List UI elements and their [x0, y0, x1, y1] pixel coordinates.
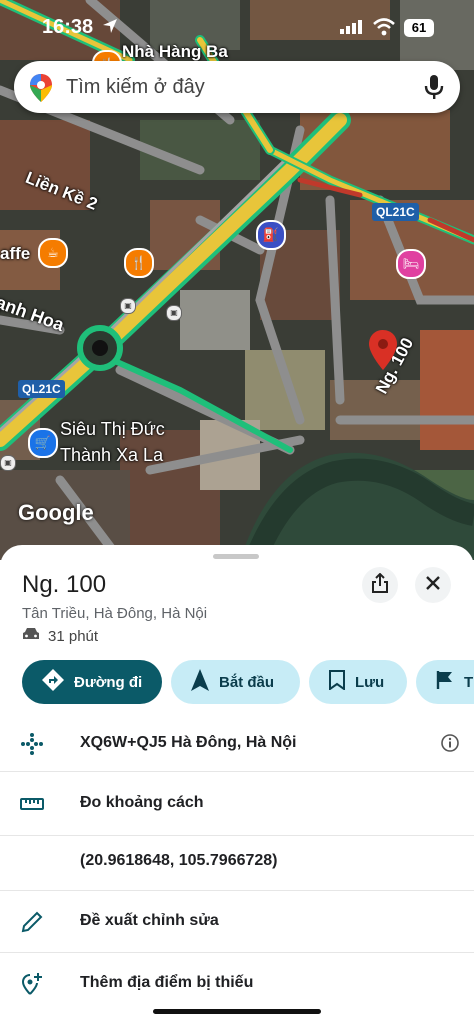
- map-label-caffe[interactable]: affe: [0, 244, 30, 264]
- action-chips: Đường đi Bắt đầu Lưu T: [22, 660, 474, 704]
- drive-time-text: 31 phút: [48, 627, 99, 645]
- save-label: Lưu: [355, 673, 385, 691]
- add-place-icon: [20, 972, 44, 996]
- ruler-icon: [20, 792, 44, 816]
- map-label-sieu-thi-2[interactable]: Thành Xa La: [60, 445, 163, 466]
- close-button[interactable]: [415, 567, 451, 603]
- more-chip-label: T: [464, 673, 474, 691]
- gas-station-poi-icon[interactable]: ⛽: [256, 220, 286, 250]
- more-chip-button[interactable]: T: [416, 660, 474, 704]
- bus-stop-icon[interactable]: ▣: [166, 305, 182, 321]
- share-button[interactable]: [362, 567, 398, 603]
- microphone-icon[interactable]: [423, 74, 445, 105]
- restaurant-poi-icon[interactable]: 🍴: [124, 248, 154, 278]
- cafe-poi-icon[interactable]: ☕: [38, 238, 68, 268]
- add-place-row[interactable]: Thêm địa điểm bị thiếu: [0, 954, 474, 1014]
- suggest-edit-row[interactable]: Đề xuất chỉnh sửa: [0, 892, 474, 952]
- map-view[interactable]: 16:38 61 Tìm kiếm ở đây Nhà Hàng Ba Liền…: [0, 0, 474, 560]
- search-bar[interactable]: Tìm kiếm ở đây: [14, 61, 460, 113]
- start-button[interactable]: Bắt đầu: [171, 660, 300, 704]
- directions-icon: [42, 669, 64, 695]
- plus-code-text: XQ6W+QJ5 Hà Đông, Hà Nội: [80, 734, 297, 751]
- map-label-nha-hang[interactable]: Nhà Hàng Ba: [122, 42, 228, 62]
- shopping-cart-poi-icon[interactable]: 🛒: [28, 428, 58, 458]
- place-address: Tân Triều, Hà Đông, Hà Nội: [22, 605, 208, 622]
- divider: [0, 771, 474, 772]
- place-details-sheet: Ng. 100 Tân Triều, Hà Đông, Hà Nội 31 ph…: [0, 545, 474, 1024]
- coordinates-row[interactable]: (20.9618648, 105.7966728): [0, 832, 474, 892]
- route-shield-ql21c: QL21C: [18, 380, 65, 398]
- wifi-icon: [373, 18, 395, 41]
- status-bar: 16:38 61: [0, 14, 474, 42]
- map-label-sieu-thi-1[interactable]: Siêu Thị Đức: [60, 419, 165, 440]
- measure-distance-row[interactable]: Đo khoảng cách: [0, 774, 474, 834]
- hotel-poi-icon[interactable]: 🛏: [396, 249, 426, 279]
- save-button[interactable]: Lưu: [309, 660, 407, 704]
- info-icon[interactable]: [440, 733, 460, 758]
- share-icon: [371, 572, 389, 598]
- clock: 16:38: [42, 16, 94, 38]
- drive-time: 31 phút: [22, 627, 98, 645]
- bus-stop-icon[interactable]: ▣: [120, 298, 136, 314]
- google-watermark: Google: [18, 500, 94, 525]
- sheet-drag-handle[interactable]: [213, 554, 259, 559]
- directions-button[interactable]: Đường đi: [22, 660, 162, 704]
- measure-distance-label: Đo khoảng cách: [80, 794, 204, 811]
- flag-icon: [436, 670, 454, 694]
- bookmark-icon: [329, 670, 345, 694]
- pencil-icon: [20, 910, 44, 934]
- plus-code-icon: [20, 732, 44, 756]
- coordinates-text: (20.9618648, 105.7966728): [80, 852, 278, 869]
- car-icon: [22, 627, 40, 645]
- route-shield-ql21c: QL21C: [372, 203, 419, 221]
- dropped-pin-icon[interactable]: [369, 330, 397, 375]
- location-arrow-icon: [102, 18, 118, 39]
- plus-code-row[interactable]: XQ6W+QJ5 Hà Đông, Hà Nội: [0, 714, 474, 774]
- close-icon: [426, 575, 440, 595]
- add-place-label: Thêm địa điểm bị thiếu: [80, 974, 254, 991]
- divider: [0, 952, 474, 953]
- navigation-arrow-icon: [191, 669, 209, 695]
- search-input[interactable]: Tìm kiếm ở đây: [66, 76, 205, 99]
- google-maps-pin-icon: [30, 74, 52, 107]
- place-title: Ng. 100: [22, 571, 107, 598]
- battery-indicator: 61: [404, 19, 434, 37]
- divider: [0, 890, 474, 891]
- suggest-edit-label: Đề xuất chỉnh sửa: [80, 912, 219, 929]
- home-indicator[interactable]: [153, 1009, 321, 1014]
- start-label: Bắt đầu: [219, 673, 275, 691]
- directions-label: Đường đi: [74, 673, 143, 691]
- cellular-signal-icon: [340, 20, 362, 39]
- bus-stop-icon[interactable]: ▣: [0, 455, 16, 471]
